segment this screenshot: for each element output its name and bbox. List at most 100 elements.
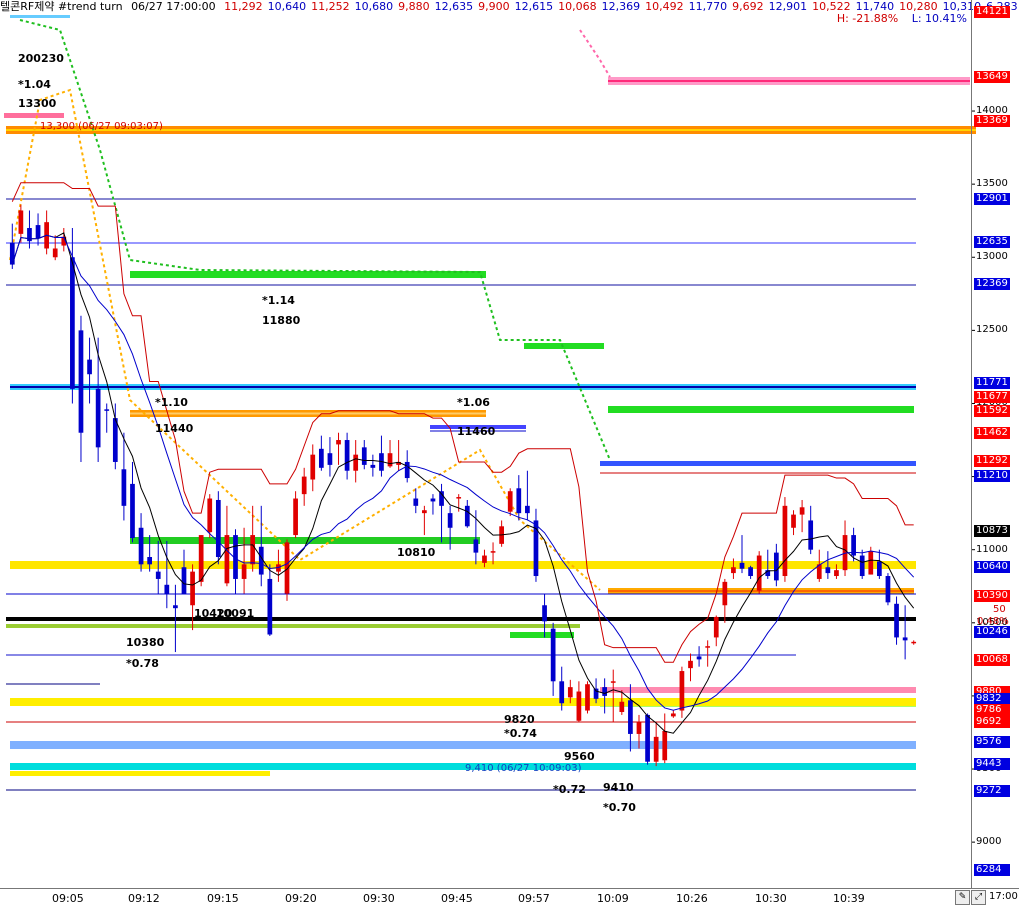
candle-body [773,552,779,581]
candle-body [559,681,565,704]
chart-window: 텔콘RF제약 #trend turn 06/27 17:00:00 11,292… [0,0,1019,908]
x-tick-label: 10:26 [676,892,708,905]
candle-body [181,567,187,594]
pencil-icon[interactable]: ✎ [955,890,970,905]
candle-body [327,453,333,465]
candle-body [164,584,170,594]
x-tick-label: 09:05 [52,892,84,905]
annotation-label: 10380 [126,636,165,649]
level-band [600,461,916,466]
candle-body [791,514,796,528]
candle-body [576,691,582,721]
header-value: 10,680 [354,0,394,13]
annotation-label: 13300 [18,97,57,110]
annotation-label: *1.04 [18,78,51,91]
header-value: 9,880 [398,0,430,13]
level-band [6,624,580,628]
level-band [10,698,916,706]
header-value: 11,770 [688,0,728,13]
x-tick-label: 09:20 [285,892,317,905]
header-value: 10,068 [558,0,597,13]
candle-body [430,498,436,502]
header-value: 12,369 [601,0,641,13]
level-band-core [10,386,916,388]
candle-body [9,242,15,265]
level-band [608,406,914,413]
header-value: 10,492 [645,0,684,13]
candle-body [602,687,608,696]
candle-body [207,498,213,533]
chart-title: 텔콘RF제약 #trend turn [0,0,123,13]
header-value: 11,252 [311,0,350,13]
level-band [510,632,574,638]
candle-body [464,505,470,527]
candle-body [696,656,702,660]
candle-body [645,714,650,762]
zoom-icon[interactable]: ⤢ [971,890,986,905]
candle-body [130,483,135,538]
level-band-core [608,80,970,82]
candle-body [52,248,58,258]
candle-body [808,520,814,550]
annotation-label: 200230 [18,52,64,65]
level-band [10,561,916,569]
candle-body [35,225,41,239]
price-tag: 9,410 (06/27 10:09:03) [465,763,582,774]
candle-body [628,700,633,734]
candle-body [902,637,908,641]
candle-body [78,330,84,433]
candle-body [662,731,668,761]
candle-body [104,409,110,411]
candle-body [155,571,161,579]
corner-time: 17:00:0 [989,891,1019,902]
level-band [130,537,480,544]
x-tick-label: 09:45 [441,892,473,905]
x-tick-label: 09:12 [128,892,160,905]
candle-body [138,527,144,565]
x-tick-label: 10:30 [755,892,787,905]
candle-body [748,567,753,577]
candle-body [224,535,230,584]
candle-body [241,564,247,579]
candle-body [482,555,487,563]
header-value: 10,640 [267,0,307,13]
level-band [130,271,486,278]
header-value: 12,615 [514,0,554,13]
annotation-label: *0.70 [603,801,636,814]
x-tick-label: 09:30 [363,892,395,905]
candle-body [147,557,153,565]
candle-body [422,510,427,514]
x-tick-label: 10:39 [833,892,865,905]
annotation-label: 9560 [564,750,595,763]
annotation-label: *0.74 [504,727,537,740]
candle-body [713,616,719,638]
candle-body [739,562,745,569]
candle-body [344,440,350,471]
candle-body [885,576,891,603]
candle-body [610,681,616,683]
corner-controls: ✎ ⤢ 17:00:0 [949,888,1019,907]
candle-body [782,505,788,577]
trail-line [19,19,611,461]
candle-body [859,555,865,577]
annotation-label: *1.06 [457,396,490,409]
level-band [10,763,916,770]
header-value: 12,901 [768,0,808,13]
candle-body [310,454,316,480]
candle-body [756,555,762,591]
candle-body [301,476,307,495]
candle-body [250,535,256,565]
candle-body [670,713,676,717]
candle-body [361,447,367,465]
candle-body [353,454,359,471]
header-value: 9,900 [478,0,510,13]
level-band [524,343,604,349]
candle-body [705,646,711,648]
level-band [10,741,916,749]
candle-body [112,418,118,462]
candle-body [542,605,547,622]
high-low-readout: H: -21.88% L: 10.41% [827,12,967,25]
annotation-label: 10091 [216,607,255,620]
high-pct: H: -21.88% [836,12,899,25]
annotation-label: 10810 [397,546,436,559]
